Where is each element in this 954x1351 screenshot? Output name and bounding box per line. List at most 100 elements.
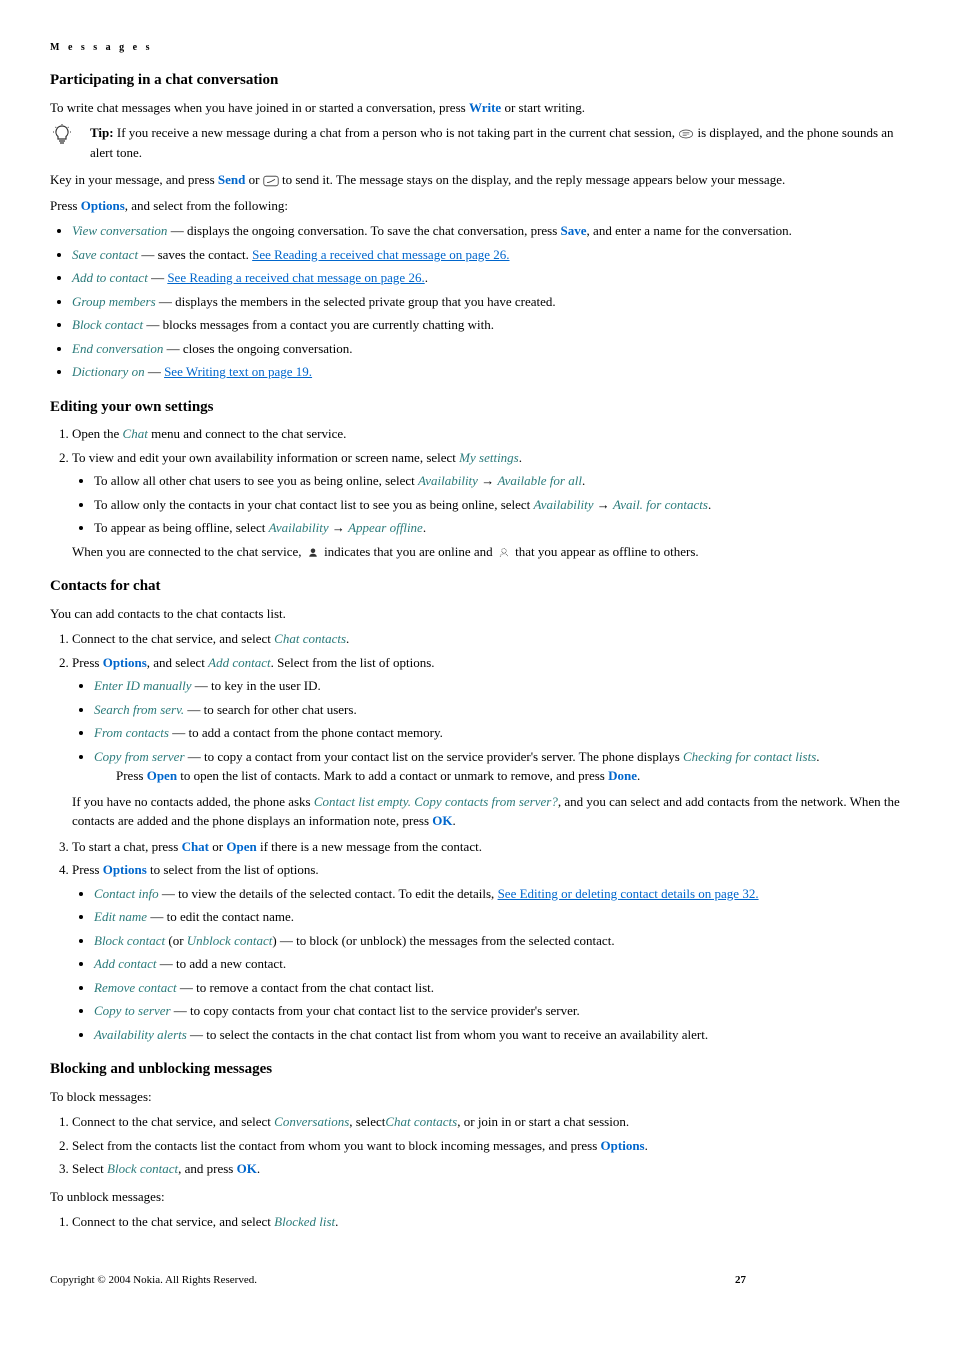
- text: To appear as being offline, select: [94, 520, 269, 535]
- option-name: Unblock contact: [187, 933, 273, 948]
- text: Select from the contacts list the contac…: [72, 1138, 601, 1153]
- connected-note: When you are connected to the chat servi…: [72, 542, 904, 562]
- option-name: End conversation: [72, 341, 163, 356]
- sub-list: Enter ID manually — to key in the user I…: [72, 676, 904, 786]
- nocontacts-line: If you have no contacts added, the phone…: [72, 792, 904, 831]
- option-name: Add contact: [208, 655, 270, 670]
- intro-paragraph: To write chat messages when you have joi…: [50, 98, 904, 118]
- text: — to select the contacts in the chat con…: [187, 1027, 708, 1042]
- list-item: To appear as being offline, select Avail…: [94, 518, 904, 538]
- option-name: Blocked list: [274, 1214, 335, 1229]
- text: (or: [165, 933, 187, 948]
- option-name: Copy to server: [94, 1003, 171, 1018]
- options-action: Options: [103, 655, 147, 670]
- list-item: Select Block contact, and press OK.: [72, 1159, 904, 1179]
- list-item: From contacts — to add a contact from th…: [94, 723, 904, 743]
- option-name: Chat contacts: [274, 631, 346, 646]
- list-item: Block contact (or Unblock contact) — to …: [94, 931, 904, 951]
- text: To view and edit your own availability i…: [72, 450, 459, 465]
- text: .: [346, 631, 349, 646]
- heading-blocking: Blocking and unblocking messages: [50, 1058, 904, 1081]
- xref-link[interactable]: See Reading a received chat message on p…: [167, 270, 424, 285]
- text: that you appear as offline to others.: [512, 544, 699, 559]
- text: To write chat messages when you have joi…: [50, 100, 469, 115]
- option-name: Chat: [123, 426, 148, 441]
- text: , select: [349, 1114, 385, 1129]
- text: — closes the ongoing conversation.: [163, 341, 352, 356]
- option-name: Dictionary on: [72, 364, 145, 379]
- text: .: [582, 473, 585, 488]
- text: — to view the details of the selected co…: [159, 886, 498, 901]
- list-item: To view and edit your own availability i…: [72, 448, 904, 562]
- text: — to key in the user ID.: [191, 678, 320, 693]
- text: — to search for other chat users.: [184, 702, 357, 717]
- option-name: Edit name: [94, 909, 147, 924]
- sub-list: Contact info — to view the details of th…: [72, 884, 904, 1045]
- heading-editing-settings: Editing your own settings: [50, 396, 904, 419]
- text: .: [257, 1161, 260, 1176]
- text: When you are connected to the chat servi…: [72, 544, 305, 559]
- text: .: [453, 813, 456, 828]
- list-item: Connect to the chat service, and select …: [72, 1112, 904, 1132]
- open-action: Open: [147, 768, 177, 783]
- text: Connect to the chat service, and select: [72, 1114, 274, 1129]
- text: menu and connect to the chat service.: [148, 426, 347, 441]
- text: — displays the ongoing conversation. To …: [167, 223, 560, 238]
- editing-steps: Open the Chat menu and connect to the ch…: [50, 424, 904, 561]
- open-line: Press Open to open the list of contacts.…: [116, 766, 904, 786]
- text: — to copy contacts from your chat contac…: [171, 1003, 580, 1018]
- list-item: To allow only the contacts in your chat …: [94, 495, 904, 515]
- lightbulb-icon: [50, 123, 74, 156]
- list-item: Add contact — to add a new contact.: [94, 954, 904, 974]
- xref-link[interactable]: See Writing text on page 19.: [164, 364, 312, 379]
- options-list: View conversation — displays the ongoing…: [50, 221, 904, 382]
- text: To allow only the contacts in your chat …: [94, 497, 534, 512]
- list-item: Copy to server — to copy contacts from y…: [94, 1001, 904, 1021]
- text: If you have no contacts added, the phone…: [72, 794, 314, 809]
- list-item: Enter ID manually — to key in the user I…: [94, 676, 904, 696]
- text: , or join in or start a chat session.: [457, 1114, 629, 1129]
- text: .: [637, 768, 640, 783]
- header-section-label: M e s s a g e s: [50, 40, 904, 55]
- list-item: Connect to the chat service, and select …: [72, 1212, 904, 1232]
- text: — displays the members in the selected p…: [156, 294, 556, 309]
- option-name: Contact info: [94, 886, 159, 901]
- text: Key in your message, and press: [50, 172, 218, 187]
- option-name: Availability: [534, 497, 594, 512]
- text: To allow all other chat users to see you…: [94, 473, 418, 488]
- text: Press: [50, 198, 81, 213]
- xref-link[interactable]: See Reading a received chat message on p…: [252, 247, 509, 262]
- option-name: Checking for contact lists: [683, 749, 816, 764]
- text: Select: [72, 1161, 107, 1176]
- text: .: [423, 520, 426, 535]
- xref-link[interactable]: See Editing or deleting contact details …: [498, 886, 759, 901]
- text: .: [816, 749, 819, 764]
- list-item: Availability alerts — to select the cont…: [94, 1025, 904, 1045]
- chat-action: Chat: [182, 839, 209, 854]
- text: , and enter a name for the conversation.: [587, 223, 792, 238]
- text: Press: [72, 862, 103, 877]
- list-item: To start a chat, press Chat or Open if t…: [72, 837, 904, 857]
- text: to send it. The message stays on the dis…: [279, 172, 786, 187]
- footer: Copyright © 2004 Nokia. All Rights Reser…: [50, 1272, 904, 1289]
- text: — to copy a contact from your contact li…: [185, 749, 684, 764]
- list-item: Add to contact — See Reading a received …: [72, 268, 904, 288]
- list-item: Remove contact — to remove a contact fro…: [94, 978, 904, 998]
- press-options-line: Press Options, and select from the follo…: [50, 196, 904, 216]
- text: .: [645, 1138, 648, 1153]
- unblock-intro: To unblock messages:: [50, 1187, 904, 1207]
- list-item: To allow all other chat users to see you…: [94, 471, 904, 491]
- text: — to edit the contact name.: [147, 909, 294, 924]
- block-steps: Connect to the chat service, and select …: [50, 1112, 904, 1179]
- page-number: 27: [735, 1272, 746, 1289]
- list-item: Edit name — to edit the contact name.: [94, 907, 904, 927]
- list-item: View conversation — displays the ongoing…: [72, 221, 904, 241]
- list-item: Open the Chat menu and connect to the ch…: [72, 424, 904, 444]
- list-item: Search from serv. — to search for other …: [94, 700, 904, 720]
- option-name: Avail. for contacts: [613, 497, 708, 512]
- option-name: Copy from server: [94, 749, 185, 764]
- online-icon: [305, 544, 321, 559]
- text: — to remove a contact from the chat cont…: [177, 980, 434, 995]
- option-name: Add to contact: [72, 270, 148, 285]
- list-item: Copy from server — to copy a contact fro…: [94, 747, 904, 786]
